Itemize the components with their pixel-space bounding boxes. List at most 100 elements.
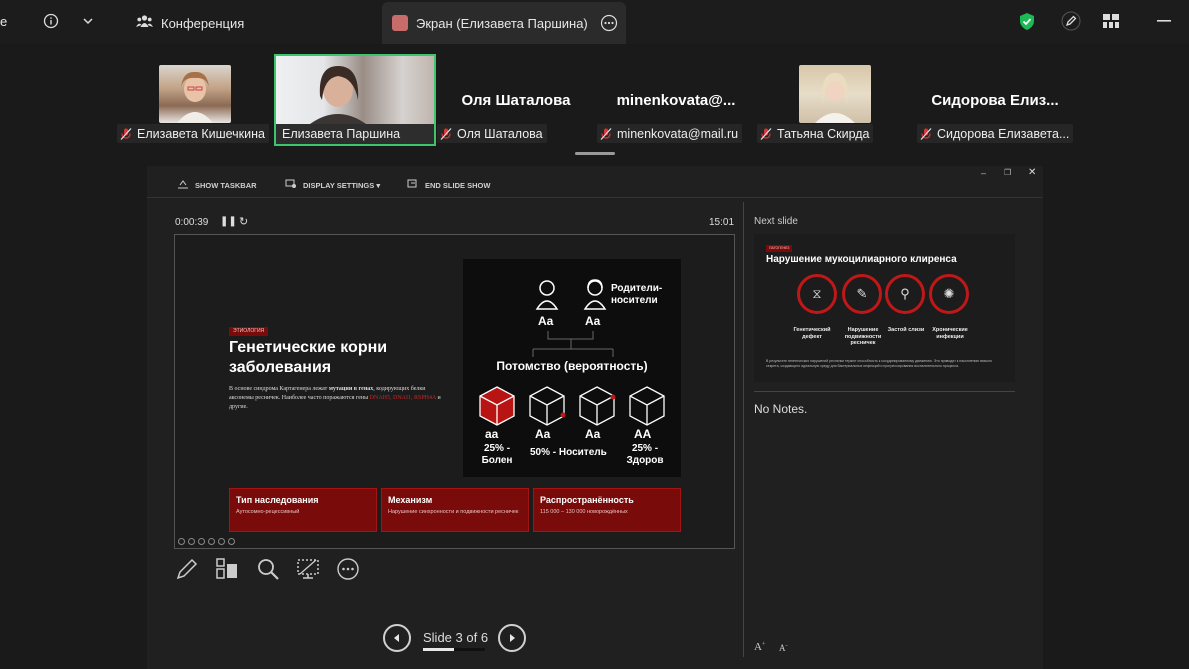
inheritance-diagram: Родители- носители Aa Aa Потомство (веро… <box>463 259 681 477</box>
tab-screen-label: Экран (Елизавета Паршина) <box>416 15 588 31</box>
participant-name: Елизавета Кишечкина <box>137 126 265 141</box>
mic-muted-icon <box>599 127 613 141</box>
participant-video <box>276 56 434 124</box>
mini-zoom-icon[interactable] <box>218 538 225 545</box>
participant-name-tag: Елизавета Паршина <box>276 124 405 143</box>
zoom-icon[interactable] <box>255 556 281 582</box>
presenter-view-window: SHOW TASKBAR DISPLAY SETTINGS ▾ END SLID… <box>147 166 1043 669</box>
mini-more-icon[interactable] <box>228 538 235 545</box>
offspring-genotype: Aa <box>585 427 601 441</box>
pane-splitter[interactable] <box>743 202 744 657</box>
tab-screen[interactable]: Экран (Елизавета Паршина) <box>382 2 626 44</box>
window-close-icon[interactable]: ✕ <box>1028 167 1036 178</box>
body-text-genes: DNAH5, DNAI1, RSPH4A <box>369 395 437 401</box>
next-slide-text: В результате генетических нарушений ресн… <box>766 359 993 368</box>
more-options-icon[interactable] <box>335 556 361 582</box>
next-arrow-icon <box>510 634 515 642</box>
pedigree-lines <box>532 331 614 357</box>
chevron-down-icon[interactable] <box>77 10 99 32</box>
participant-display-name: minenkovata@... <box>616 92 736 109</box>
mic-muted-icon <box>119 127 133 141</box>
mic-muted-icon <box>919 127 933 141</box>
participant-tile[interactable]: Сидорова Елиз... Сидорова Елизавета... <box>915 56 1075 146</box>
window-minimize-icon[interactable]: – <box>981 168 986 178</box>
participant-name: Татьяна Скирда <box>777 126 870 141</box>
next-slide-label: Next slide <box>754 216 798 227</box>
next-slide-tag: ПАТОГЕНЕЗ <box>766 245 793 252</box>
current-slide: ЭТИОЛОГИЯ Генетические корни заболевания… <box>174 234 735 549</box>
top-bar: e Конференция Экран (Елизавета Паршина) <box>0 0 1189 44</box>
mini-prev-icon[interactable] <box>178 538 185 545</box>
see-all-slides-icon[interactable] <box>214 556 240 582</box>
show-taskbar-button[interactable]: SHOW TASKBAR <box>177 179 257 191</box>
participant-video <box>159 65 231 123</box>
black-screen-icon[interactable] <box>295 556 321 582</box>
slide-progress-track <box>423 648 485 651</box>
genotype-cube-Aa-2 <box>579 386 616 426</box>
parent-genotype-2: Aa <box>585 314 601 328</box>
genotype-cube-Aa-1 <box>529 386 566 426</box>
pen-tool-icon[interactable] <box>174 556 200 582</box>
clock: 15:01 <box>709 217 735 228</box>
decrease-font-icon[interactable]: A- <box>779 643 788 653</box>
minimize-icon[interactable] <box>1153 10 1175 32</box>
participant-name-tag: Сидорова Елизавета... <box>917 124 1074 143</box>
speaker-notes: No Notes. <box>754 402 808 416</box>
dna-icon: ⧖ <box>797 274 837 314</box>
participant-tile[interactable]: Елизавета Кишечкина <box>115 56 275 146</box>
restart-timer-icon[interactable]: ↻ <box>239 215 248 228</box>
parent-male-icon <box>535 280 559 310</box>
strip-drag-handle[interactable] <box>575 152 615 155</box>
edge-text: e <box>0 14 8 29</box>
card-title: Механизм <box>388 495 433 505</box>
slide-title-line2: заболевания <box>229 359 332 376</box>
participant-name: Сидорова Елизавета... <box>937 126 1070 141</box>
end-show-icon <box>407 179 419 191</box>
mic-muted-icon <box>439 127 453 141</box>
prob-line1: 25% - <box>631 443 659 454</box>
toolbar-divider <box>147 197 1043 198</box>
mini-view-icon[interactable] <box>208 538 215 545</box>
more-options-icon[interactable] <box>600 14 618 35</box>
display-settings-button[interactable]: DISPLAY SETTINGS ▾ <box>285 179 380 191</box>
info-card: Механизм Нарушение синхронности и подвиж… <box>381 488 529 532</box>
offspring-probability: 50% - Носитель <box>530 447 607 458</box>
mini-pen-icon[interactable] <box>198 538 205 545</box>
tab-conference[interactable]: Конференция <box>130 2 250 44</box>
increase-font-icon[interactable]: A+ <box>754 641 765 653</box>
participant-tile-active[interactable]: Елизавета Паршина <box>274 54 436 146</box>
info-icon[interactable] <box>40 10 62 32</box>
card-title: Тип наследования <box>236 495 319 505</box>
mini-next-icon[interactable] <box>188 538 195 545</box>
people-icon <box>136 14 153 32</box>
info-card: Тип наследования Аутосомно-рецессивный <box>229 488 377 532</box>
next-slide-step-label: Генетический дефект <box>793 327 831 340</box>
participant-tile[interactable]: minenkovata@... minenkovata@mail.ru <box>596 56 756 146</box>
card-desc: Нарушение синхронности и подвижности рес… <box>388 509 519 515</box>
next-slide-button[interactable] <box>498 624 526 652</box>
bacteria-icon: ✺ <box>929 274 969 314</box>
taskbar-icon <box>177 179 189 191</box>
body-text-1: В основе синдрома Картагенера лежат <box>229 386 329 392</box>
offspring-title: Потомство (вероятность) <box>496 359 648 373</box>
shield-check-icon[interactable] <box>1016 10 1038 32</box>
annotate-pen-icon[interactable] <box>1060 10 1082 32</box>
end-slide-show-label: END SLIDE SHOW <box>425 180 491 190</box>
genotype-cube-AA <box>629 386 665 426</box>
participant-tile[interactable]: Татьяна Скирда <box>755 56 915 146</box>
card-title: Распространённость <box>540 495 634 505</box>
parents-label-line2: носители <box>611 295 658 306</box>
participant-name-tag: Оля Шаталова <box>437 124 547 143</box>
elapsed-timer: 0:00:39 <box>175 217 209 228</box>
next-slide-preview[interactable]: ПАТОГЕНЕЗ Нарушение мукоцилиарного клире… <box>754 234 1015 382</box>
pause-icon[interactable]: ❚❚ <box>220 216 237 227</box>
show-taskbar-label: SHOW TASKBAR <box>195 180 257 190</box>
window-restore-icon[interactable]: ❐ <box>1004 168 1011 177</box>
grid-layout-icon[interactable] <box>1100 10 1122 32</box>
card-desc: 115 000 – 130 000 новорождённых <box>540 509 628 515</box>
previous-arrow-icon <box>394 634 399 642</box>
end-slide-show-button[interactable]: END SLIDE SHOW <box>407 179 490 191</box>
previous-slide-button[interactable] <box>383 624 411 652</box>
participant-tile[interactable]: Оля Шаталова Оля Шаталова <box>436 56 596 146</box>
offspring-genotype: AA <box>634 427 652 441</box>
